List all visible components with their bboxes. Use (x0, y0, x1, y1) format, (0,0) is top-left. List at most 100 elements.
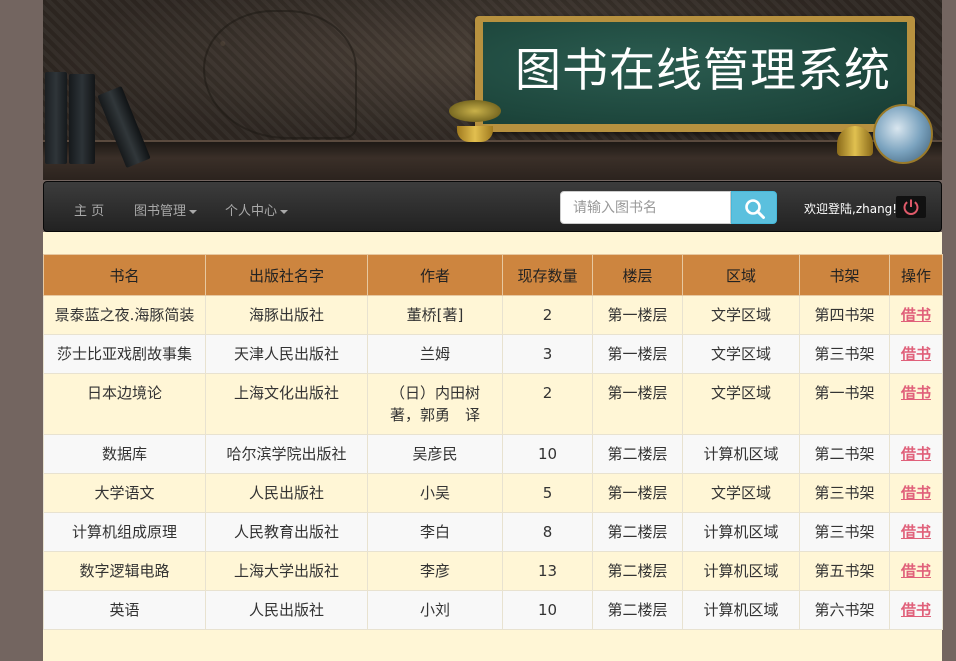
cell-shelf: 第五书架 (799, 551, 890, 591)
cell-area: 计算机区域 (682, 434, 800, 474)
cell-area: 计算机区域 (682, 551, 800, 591)
column-header: 作者 (367, 254, 503, 296)
search-input[interactable] (560, 191, 731, 224)
power-icon (903, 199, 919, 215)
action-cell: 借书 (889, 590, 943, 630)
cell-quantity: 10 (502, 434, 593, 474)
cell-shelf: 第三书架 (799, 473, 890, 513)
cell-floor: 第二楼层 (592, 551, 683, 591)
action-cell: 借书 (889, 512, 943, 552)
column-header: 区域 (682, 254, 800, 296)
borrow-link[interactable]: 借书 (901, 601, 931, 619)
borrow-link[interactable]: 借书 (901, 306, 931, 324)
cell-author: 兰姆 (367, 334, 503, 374)
cell-publisher: 人民出版社 (205, 473, 368, 513)
cell-shelf: 第四书架 (799, 295, 890, 335)
cell-publisher: 海豚出版社 (205, 295, 368, 335)
search-icon (745, 199, 765, 219)
cell-quantity: 3 (502, 334, 593, 374)
cell-quantity: 2 (502, 373, 593, 435)
borrow-link[interactable]: 借书 (901, 562, 931, 580)
cell-floor: 第一楼层 (592, 295, 683, 335)
action-cell: 借书 (889, 295, 943, 335)
cell-area: 文学区域 (682, 473, 800, 513)
cell-publisher: 上海大学出版社 (205, 551, 368, 591)
table-row: 莎士比亚戏剧故事集 天津人民出版社 兰姆 3 第一楼层 文学区域 第三书架 借书 (43, 334, 943, 374)
cell-shelf: 第六书架 (799, 590, 890, 630)
cell-author: （日）内田树 著，郭勇 译 (367, 373, 503, 435)
nav-home[interactable]: 主 页 (74, 200, 104, 219)
column-header: 书架 (799, 254, 890, 296)
cell-title: 莎士比亚戏剧故事集 (43, 334, 206, 374)
table-row: 计算机组成原理 人民教育出版社 李白 8 第二楼层 计算机区域 第三书架 借书 (43, 512, 943, 552)
cell-title: 日本边境论 (43, 373, 206, 435)
globe-icon (873, 104, 933, 164)
column-header: 楼层 (592, 254, 683, 296)
welcome-text: 欢迎登陆,zhang! (804, 202, 898, 216)
nav-personal-center[interactable]: 个人中心 (225, 200, 289, 219)
search-button[interactable] (731, 191, 777, 224)
cell-area: 计算机区域 (682, 590, 800, 630)
column-header: 出版社名字 (205, 254, 368, 296)
column-header: 现存数量 (502, 254, 593, 296)
banner-shelf (43, 140, 942, 180)
cell-shelf: 第三书架 (799, 512, 890, 552)
cell-floor: 第一楼层 (592, 373, 683, 435)
page-title: 图书在线管理系统 (515, 43, 891, 97)
cell-floor: 第二楼层 (592, 590, 683, 630)
cell-title: 数字逻辑电路 (43, 551, 206, 591)
action-cell: 借书 (889, 551, 943, 591)
nav-book-manage[interactable]: 图书管理 (134, 200, 198, 219)
borrow-link[interactable]: 借书 (901, 445, 931, 463)
nav-book-manage-label: 图书管理 (134, 204, 187, 219)
action-cell: 借书 (889, 434, 943, 474)
cell-shelf: 第二书架 (799, 434, 890, 474)
plant-icon (447, 100, 503, 142)
cell-title: 计算机组成原理 (43, 512, 206, 552)
cell-floor: 第一楼层 (592, 334, 683, 374)
caret-down-icon (280, 209, 289, 214)
cell-quantity: 2 (502, 295, 593, 335)
table-row: 数字逻辑电路 上海大学出版社 李彦 13 第二楼层 计算机区域 第五书架 借书 (43, 551, 943, 591)
cell-floor: 第二楼层 (592, 512, 683, 552)
action-cell: 借书 (889, 334, 943, 374)
column-header: 操作 (889, 254, 943, 296)
cell-title: 景泰蓝之夜.海豚简装 (43, 295, 206, 335)
cell-publisher: 上海文化出版社 (205, 373, 368, 435)
cell-publisher: 天津人民出版社 (205, 334, 368, 374)
table-row: 英语 人民出版社 小刘 10 第二楼层 计算机区域 第六书架 借书 (43, 590, 943, 630)
column-header: 书名 (43, 254, 206, 296)
cell-publisher: 人民出版社 (205, 590, 368, 630)
cell-title: 英语 (43, 590, 206, 630)
cell-quantity: 13 (502, 551, 593, 591)
logout-button[interactable] (896, 196, 926, 218)
cell-area: 文学区域 (682, 295, 800, 335)
borrow-link[interactable]: 借书 (901, 523, 931, 541)
blackboard: 图书在线管理系统 (475, 16, 915, 132)
cell-floor: 第二楼层 (592, 434, 683, 474)
cell-quantity: 8 (502, 512, 593, 552)
cell-quantity: 5 (502, 473, 593, 513)
books-table: 书名 出版社名字 作者 现存数量 楼层 区域 书架 操作 景泰蓝之夜.海豚简装海… (43, 254, 943, 630)
caret-down-icon (189, 209, 198, 214)
table-row: 景泰蓝之夜.海豚简装 海豚出版社 董桥[著] 2 第一楼层 文学区域 第四书架 借书 (43, 295, 943, 335)
cell-floor: 第一楼层 (592, 473, 683, 513)
borrow-link[interactable]: 借书 (901, 384, 931, 402)
main-content: 书名 出版社名字 作者 现存数量 楼层 区域 书架 操作 景泰蓝之夜.海豚简装海… (43, 232, 943, 661)
cell-area: 文学区域 (682, 373, 800, 435)
cell-author: 李彦 (367, 551, 503, 591)
borrow-link[interactable]: 借书 (901, 345, 931, 363)
cell-author: 董桥[著] (367, 295, 503, 335)
cell-quantity: 10 (502, 590, 593, 630)
cell-publisher: 人民教育出版社 (205, 512, 368, 552)
borrow-link[interactable]: 借书 (901, 484, 931, 502)
cell-shelf: 第三书架 (799, 334, 890, 374)
book-icon (69, 74, 95, 164)
cell-author: 小刘 (367, 590, 503, 630)
cell-area: 文学区域 (682, 334, 800, 374)
table-header-row: 书名 出版社名字 作者 现存数量 楼层 区域 书架 操作 (43, 254, 943, 296)
nav-personal-center-label: 个人中心 (225, 204, 278, 219)
cell-author: 小吴 (367, 473, 503, 513)
cell-author: 李白 (367, 512, 503, 552)
table-row: 数据库 哈尔滨学院出版社 吴彦民 10 第二楼层 计算机区域 第二书架 借书 (43, 434, 943, 474)
